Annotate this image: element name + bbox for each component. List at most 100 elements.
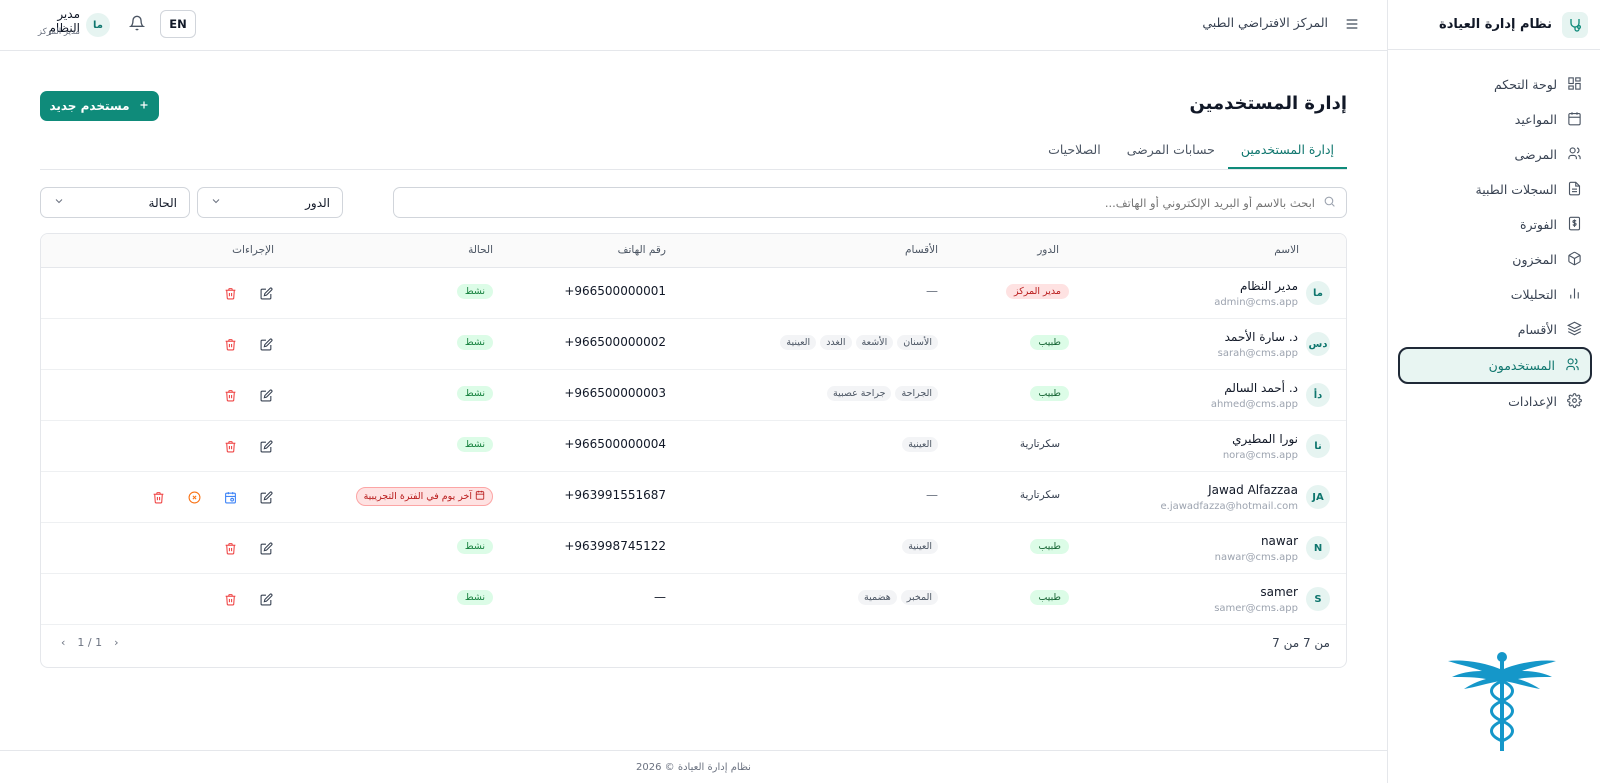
deactivate-button[interactable]	[186, 489, 202, 505]
dashboard-icon	[1567, 76, 1582, 94]
department-tag: جراحة عصبية	[827, 386, 892, 401]
role-badge: طبيب	[1030, 539, 1069, 554]
page-title: إدارة المستخدمين	[1189, 93, 1347, 114]
edit-button[interactable]	[258, 438, 274, 454]
table-row: Ssamer samer@cms.app طبيب المخبر هضمية — نشط	[41, 574, 1346, 625]
brand: نظام إدارة العيادة	[1388, 0, 1600, 50]
table-row: ما مدير النظام admin@cms.app مدير المركز — +9…	[41, 268, 1346, 319]
chevron-right-icon[interactable]: ›	[114, 636, 118, 649]
header-name: الاسم	[1274, 244, 1299, 256]
center-name: المركز الافتراضي الطبي	[1202, 15, 1328, 30]
sidebar-item-1[interactable]: المواعيد	[1398, 102, 1592, 137]
sidebar-item-2[interactable]: المرضى	[1398, 137, 1592, 172]
user-email: ahmed@cms.app	[1210, 399, 1298, 410]
sidebar-item-6[interactable]: التحليلات	[1398, 277, 1592, 312]
sidebar-item-0[interactable]: لوحة التحكم	[1398, 67, 1592, 102]
search-input[interactable]	[404, 195, 1315, 210]
chart-icon	[1567, 286, 1582, 304]
header-departments: الأقسام	[905, 244, 938, 256]
edit-button[interactable]	[258, 540, 274, 556]
sidebar-item-9[interactable]: الإعدادات	[1398, 384, 1592, 419]
sidebar: نظام إدارة العيادة لوحة التحكم المواعيد ال…	[1387, 0, 1600, 783]
menu-icon[interactable]	[1344, 16, 1360, 36]
tabs: إدارة المستخدمين حسابات المرضى الصلاحيات	[40, 133, 1347, 170]
edit-button[interactable]	[258, 336, 274, 352]
chevron-left-icon[interactable]: ‹	[61, 636, 65, 649]
avatar: JA	[1306, 485, 1330, 509]
calendar-icon	[475, 490, 485, 503]
sidebar-item-label: الفوترة	[1520, 217, 1557, 232]
sidebar-item-label: المرضى	[1514, 147, 1557, 162]
sidebar-item-4[interactable]: الفوترة	[1398, 207, 1592, 242]
phone-number: +966500000001	[564, 284, 666, 298]
department-tag: الجراحة	[895, 386, 938, 401]
sidebar-item-3[interactable]: السجلات الطبية	[1398, 172, 1592, 207]
edit-button[interactable]	[258, 591, 274, 607]
tab-user-management[interactable]: إدارة المستخدمين	[1227, 133, 1347, 169]
edit-button[interactable]	[258, 285, 274, 301]
search-box[interactable]	[393, 187, 1347, 218]
main-content: إدارة المستخدمين مستخدم جديد إدارة المست…	[0, 51, 1387, 751]
gear-icon	[1567, 392, 1582, 411]
extend-trial-button[interactable]	[222, 489, 238, 505]
user-email: samer@cms.app	[1214, 603, 1298, 614]
trial-status-text: آخر يوم في الفترة التجريبية	[363, 491, 472, 502]
sidebar-item-label: الأقسام	[1517, 322, 1557, 337]
user-email: admin@cms.app	[1214, 297, 1298, 308]
delete-button[interactable]	[222, 285, 238, 301]
sidebar-item-7[interactable]: الأقسام	[1398, 312, 1592, 347]
phone-number: —	[654, 590, 666, 604]
tab-permissions[interactable]: الصلاحيات	[1035, 133, 1114, 169]
delete-button[interactable]	[222, 438, 238, 454]
edit-button[interactable]	[258, 489, 274, 505]
user-email: nawar@cms.app	[1214, 552, 1298, 563]
phone-number: +966500000003	[564, 386, 666, 400]
delete-button[interactable]	[222, 591, 238, 607]
sidebar-item-label: لوحة التحكم	[1493, 77, 1557, 92]
table-row: نا نورا المطيري nora@cms.app سكرتارية العيني…	[41, 421, 1346, 472]
edit-button[interactable]	[258, 387, 274, 403]
department-tag: العينية	[902, 539, 938, 554]
sidebar-item-5[interactable]: المخزون	[1398, 242, 1592, 277]
status-badge: نشط	[456, 335, 493, 350]
user-email: e.jawadfazza@hotmail.com	[1160, 501, 1298, 512]
department-tag: الغدد	[820, 335, 852, 350]
status-badge: نشط	[456, 284, 493, 299]
language-button[interactable]: EN	[160, 10, 196, 38]
status-badge: نشط	[456, 539, 493, 554]
sidebar-item-label: المخزون	[1512, 252, 1557, 267]
departments-empty: —	[926, 284, 938, 298]
top-bar: المركز الافتراضي الطبي EN ما مدير النظام…	[0, 0, 1387, 51]
department-tag: العينية	[780, 335, 817, 350]
table-row: JA Jawad Alfazzaa e.jawadfazza@hotmail.com…	[41, 472, 1346, 523]
delete-button[interactable]	[222, 336, 238, 352]
departments-empty: —	[926, 488, 938, 502]
user-name: د. أحمد السالم	[1224, 381, 1298, 395]
role-badge: مدير المركز	[1005, 284, 1069, 299]
avatar[interactable]: ما	[86, 13, 110, 37]
status-filter-select[interactable]: الحالة	[40, 187, 190, 218]
table-row: دس د. سارة الأحمد sarah@cms.app طبيب الأسنان…	[41, 319, 1346, 370]
avatar: ما	[1306, 281, 1330, 305]
bell-icon[interactable]	[128, 15, 146, 35]
sidebar-item-label: التحليلات	[1510, 287, 1557, 302]
sidebar-item-8[interactable]: المستخدمون	[1398, 347, 1592, 384]
user-name: nawar	[1260, 534, 1298, 548]
departments: العينية	[902, 539, 938, 554]
user-name: Jawad Alfazzaa	[1208, 483, 1298, 497]
delete-button[interactable]	[150, 489, 166, 505]
role-filter-select[interactable]: الدور	[197, 187, 343, 218]
user-name: samer	[1260, 585, 1298, 599]
tab-patient-accounts[interactable]: حسابات المرضى	[1114, 133, 1228, 169]
user-email: sarah@cms.app	[1217, 348, 1298, 359]
pagination: ‹ 1 / 1 ›	[61, 636, 119, 649]
header-status: الحالة	[468, 244, 493, 256]
role-badge: طبيب	[1030, 335, 1069, 350]
page-indicator: 1 / 1	[77, 636, 103, 649]
status-filter-label: الحالة	[148, 195, 177, 210]
delete-button[interactable]	[222, 387, 238, 403]
delete-button[interactable]	[222, 540, 238, 556]
avatar: نا	[1306, 434, 1330, 458]
new-user-button[interactable]: مستخدم جديد	[40, 91, 159, 121]
avatar: دس	[1306, 332, 1330, 356]
